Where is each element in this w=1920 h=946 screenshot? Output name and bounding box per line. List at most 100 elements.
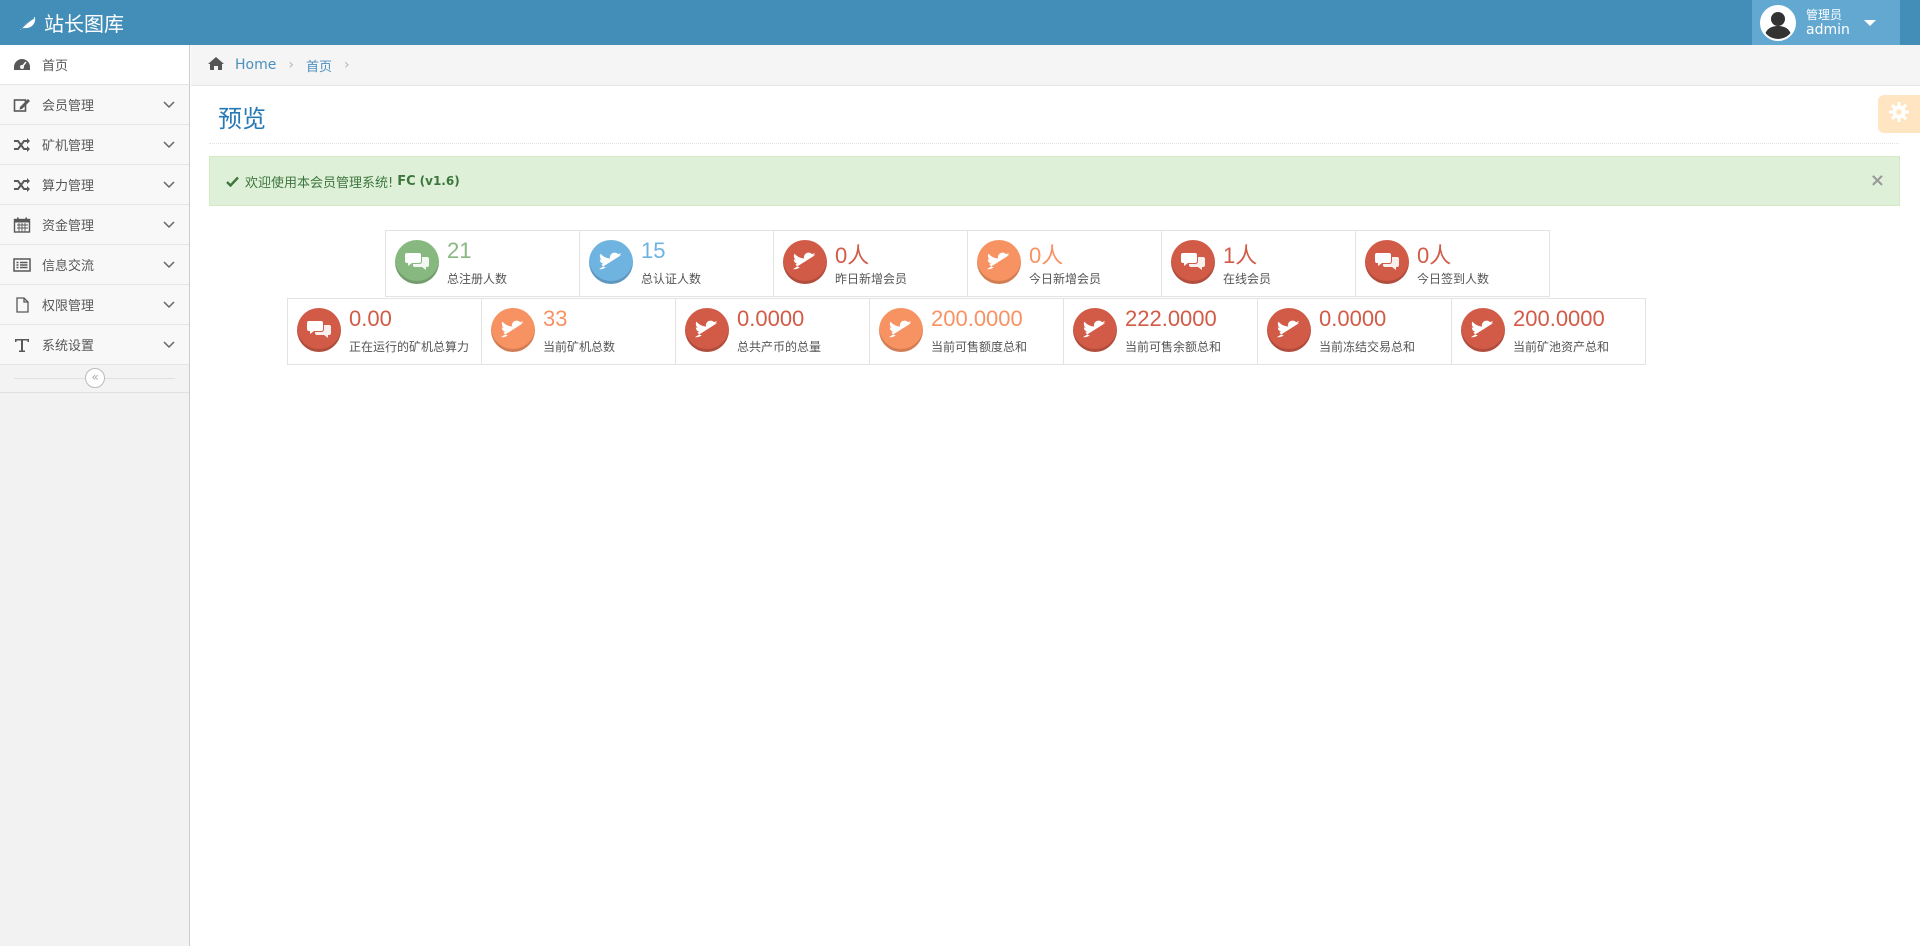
alert-text: 欢迎使用本会员管理系统! [245, 175, 394, 191]
comments-icon [395, 240, 439, 284]
twitter-icon [491, 308, 535, 352]
twitter-icon [589, 240, 633, 284]
twitter-icon [977, 240, 1021, 284]
stat-label: 总认证人数 [641, 272, 702, 286]
stat-box: 0人昨日新增会员 [773, 230, 968, 297]
page-title: 预览 [218, 105, 266, 133]
stat-value: 0.0000 [737, 306, 805, 331]
sidebar-item-label: 信息交流 [42, 259, 95, 274]
sidebar: 首页 会员管理 矿机管理 算力管理 资金管理 信息交流 权限管理 系统设置 « [0, 45, 190, 946]
stats-row-1: 21 总注册人数 15 总认证人数 0人 昨日新增会员 0人 今日新增会员 1人 在线会员 0人 今日… [385, 230, 1550, 297]
alert-app-name: FC [397, 173, 416, 189]
calendar-icon [11, 216, 33, 234]
chevron-down-icon [163, 178, 175, 194]
file-icon [11, 296, 33, 314]
stat-box: 21 总注册人数 [385, 230, 580, 297]
stat-value: 15 [641, 238, 666, 263]
twitter-icon [1461, 308, 1505, 352]
stat-value: 0人 [1029, 243, 1064, 268]
stats-row-2: 0.00 正在运行的矿机总算力 33 当前矿机总数 0.0000 总共产币的总量 200.0… [287, 298, 1646, 365]
stat-label: 当前矿机总数 [543, 340, 616, 354]
twitter-icon [1073, 308, 1117, 352]
stat-label: 昨日新增会员 [835, 272, 908, 286]
sidebar-item-label: 会员管理 [42, 99, 95, 114]
check-icon [226, 176, 239, 187]
page-header: 预览 [209, 86, 1899, 144]
twitter-icon [685, 308, 729, 352]
sidebar-item-miners[interactable]: 矿机管理 [0, 125, 189, 165]
breadcrumb-current-link[interactable]: 首页 [306, 56, 332, 75]
dashboard-icon [11, 56, 33, 74]
chevron-down-icon [163, 138, 175, 154]
stat-label: 在线会员 [1223, 272, 1272, 286]
top-navbar: 站长图库 管理员 admin [0, 0, 1920, 45]
sidebar-item-home[interactable]: 首页 [0, 45, 189, 85]
stat-value: 33 [543, 306, 568, 331]
stat-label: 总共产币的总量 [737, 340, 822, 354]
user-name: admin [1806, 21, 1850, 38]
close-alert-button[interactable]: × [1870, 170, 1885, 191]
stat-label: 当前冻结交易总和 [1319, 340, 1416, 354]
sidebar-collapse-bar: « [0, 365, 189, 393]
twitter-icon [879, 308, 923, 352]
stat-value: 200.0000 [1513, 306, 1605, 331]
collapse-sidebar-button[interactable]: « [85, 368, 105, 388]
stat-label: 当前可售额度总和 [931, 340, 1028, 354]
stat-box: 0.0000 当前冻结交易总和 [1257, 298, 1452, 365]
stat-label: 正在运行的矿机总算力 [349, 340, 470, 354]
stat-label: 今日新增会员 [1029, 272, 1102, 286]
brand[interactable]: 站长图库 [18, 0, 124, 45]
list-icon [11, 256, 33, 274]
stat-box: 0.0000 总共产币的总量 [675, 298, 870, 365]
brand-title: 站长图库 [44, 12, 124, 36]
breadcrumb: Home › 首页 › [191, 45, 1920, 86]
stat-box: 33 当前矿机总数 [481, 298, 676, 365]
sidebar-item-hashrate[interactable]: 算力管理 [0, 165, 189, 205]
chevron-down-icon [163, 298, 175, 314]
avatar [1760, 4, 1796, 41]
user-menu[interactable]: 管理员 admin [1752, 0, 1900, 45]
stat-box: 0.00 正在运行的矿机总算力 [287, 298, 482, 365]
sidebar-item-funds[interactable]: 资金管理 [0, 205, 189, 245]
twitter-icon [783, 240, 827, 284]
welcome-alert: 欢迎使用本会员管理系统! FC (v1.6) × [209, 156, 1900, 206]
stat-value: 21 [447, 238, 472, 263]
comments-icon [1365, 240, 1409, 284]
stat-box: 222.0000 当前可售余额总和 [1063, 298, 1258, 365]
stat-label: 今日签到人数 [1417, 272, 1490, 286]
sidebar-item-messages[interactable]: 信息交流 [0, 245, 189, 285]
stat-label: 总注册人数 [447, 272, 508, 286]
stat-box: 200.0000 当前可售额度总和 [869, 298, 1064, 365]
comments-icon [297, 308, 341, 352]
stat-label: 当前矿池资产总和 [1513, 340, 1610, 354]
twitter-icon [1267, 308, 1311, 352]
stat-value: 222.0000 [1125, 306, 1217, 331]
stat-label: 当前可售余额总和 [1125, 340, 1222, 354]
stat-value: 1人 [1223, 243, 1258, 268]
sidebar-item-settings[interactable]: 系统设置 [0, 325, 189, 365]
sidebar-item-label: 算力管理 [42, 179, 95, 194]
breadcrumb-home-link[interactable]: Home [235, 57, 276, 73]
chevron-down-icon [163, 258, 175, 274]
comments-icon [1171, 240, 1215, 284]
caret-down-icon [1863, 19, 1876, 26]
chevron-down-icon [163, 218, 175, 234]
stat-value: 0人 [1417, 243, 1452, 268]
user-role: 管理员 [1806, 7, 1843, 22]
stat-value: 0人 [835, 243, 870, 268]
stat-value: 200.0000 [931, 306, 1023, 331]
leaf-icon [18, 15, 38, 31]
chevron-down-icon [163, 98, 175, 114]
alert-version: (v1.6) [419, 174, 460, 188]
stat-box: 200.0000 当前矿池资产总和 [1451, 298, 1646, 365]
chevron-down-icon [163, 338, 175, 354]
sidebar-item-label: 首页 [42, 59, 69, 74]
breadcrumb-separator: › [343, 57, 350, 73]
sidebar-item-permissions[interactable]: 权限管理 [0, 285, 189, 325]
stat-box: 15 总认证人数 [579, 230, 774, 297]
text-icon [11, 336, 33, 354]
sidebar-item-members[interactable]: 会员管理 [0, 85, 189, 125]
breadcrumb-separator: › [288, 57, 294, 73]
sidebar-item-label: 资金管理 [42, 219, 95, 234]
sidebar-item-label: 系统设置 [42, 339, 95, 354]
